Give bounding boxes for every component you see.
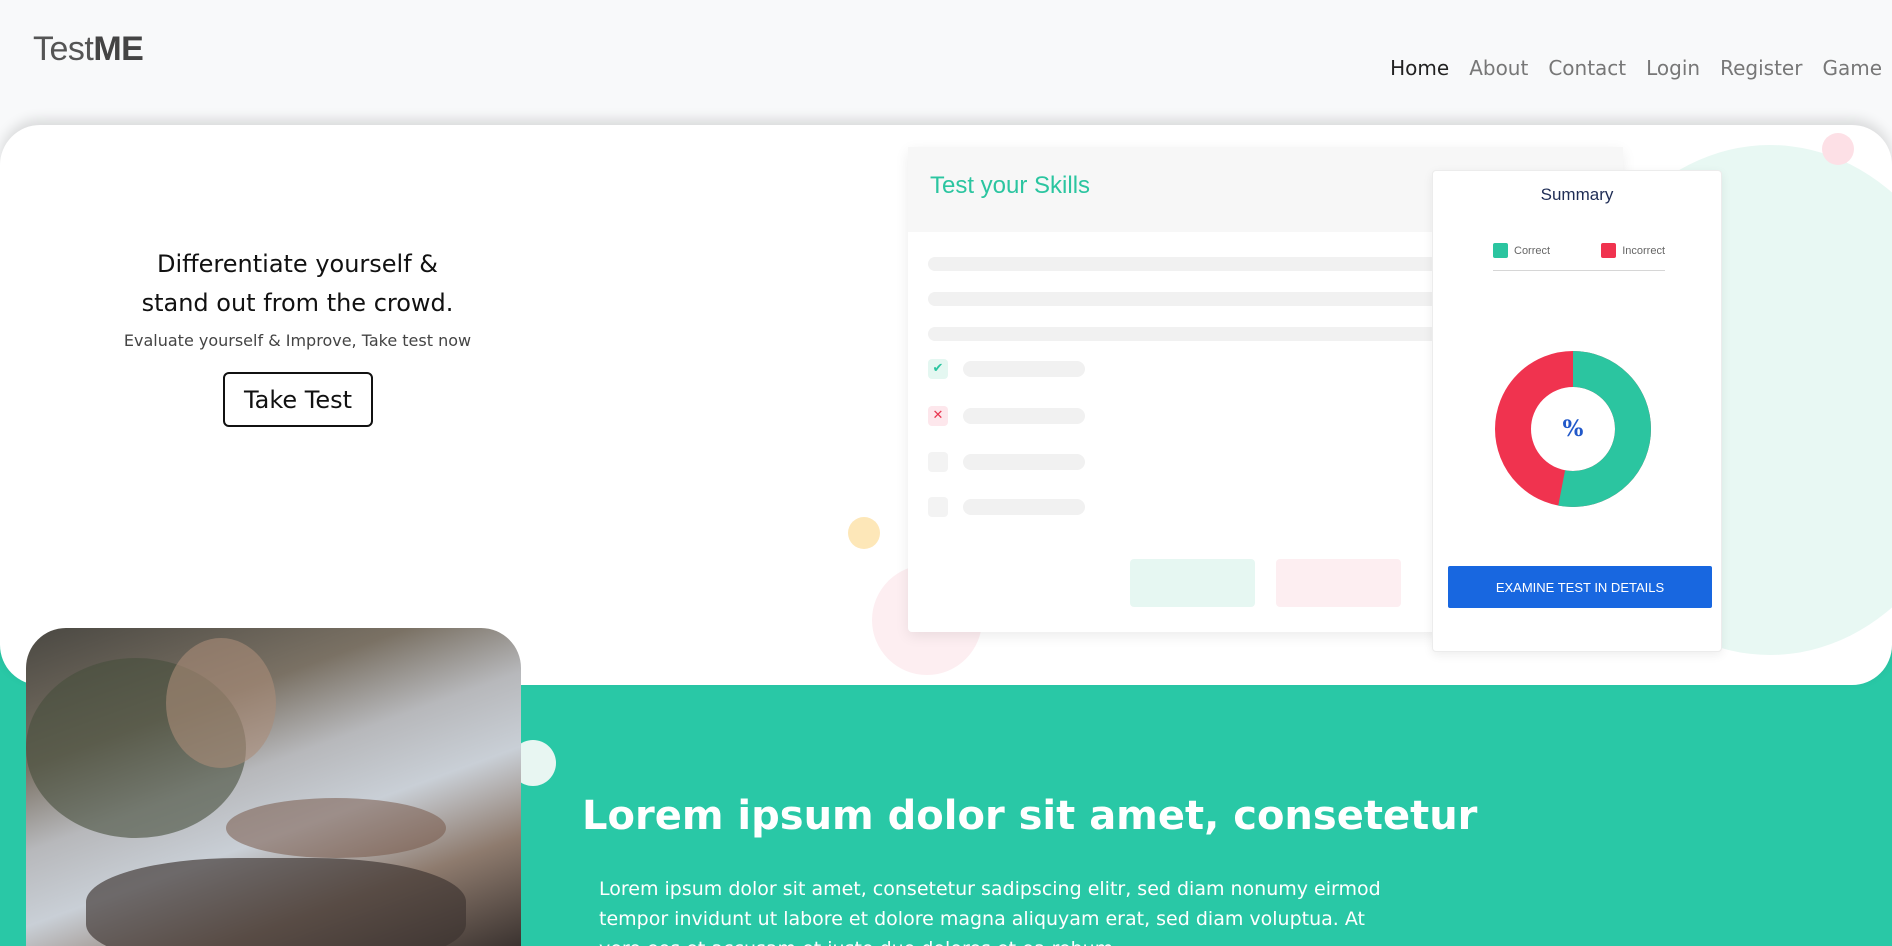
legend-label: Incorrect <box>1622 244 1665 257</box>
hero-section: Differentiate yourself & stand out from … <box>0 125 1892 685</box>
placeholder-answer <box>963 361 1085 377</box>
main-nav: Home About Contact Login Register Game <box>1390 56 1882 80</box>
hero-tagline: Differentiate yourself & stand out from … <box>100 245 495 350</box>
nav-login[interactable]: Login <box>1646 56 1700 80</box>
check-icon: ✔ <box>928 359 948 379</box>
decorative-dot <box>848 517 880 549</box>
incorrect-swatch-icon <box>1601 243 1617 258</box>
hero-subtext: Evaluate yourself & Improve, Take test n… <box>123 331 472 350</box>
logo-text-bold: ME <box>93 30 144 68</box>
placeholder-button <box>1130 559 1255 607</box>
nav-game[interactable]: Game <box>1822 56 1882 80</box>
nav-home[interactable]: Home <box>1390 56 1449 80</box>
cross-icon: ✕ <box>928 406 948 426</box>
empty-checkbox-icon <box>928 497 948 517</box>
examine-test-button[interactable]: EXAMINE TEST IN DETAILS <box>1448 566 1712 608</box>
placeholder-line <box>928 292 1488 306</box>
site-header: TestME Home About Contact Login Register… <box>0 0 1892 125</box>
legend-label: Correct <box>1514 244 1551 257</box>
summary-card: Summary Correct Incorrect % EXAMINE TEST… <box>1432 170 1722 652</box>
site-logo[interactable]: TestME <box>33 30 144 69</box>
section-title: Lorem ipsum dolor sit amet, consetetur <box>582 793 1478 839</box>
decorative-dot <box>1822 133 1854 165</box>
nav-contact[interactable]: Contact <box>1548 56 1626 80</box>
placeholder-button <box>1276 559 1401 607</box>
headline-line-1: Differentiate yourself & <box>156 250 439 278</box>
nav-register[interactable]: Register <box>1720 56 1802 80</box>
take-test-button[interactable]: Take Test <box>223 372 373 427</box>
chart-legend: Correct Incorrect <box>1493 243 1665 271</box>
placeholder-line <box>928 257 1488 271</box>
empty-checkbox-icon <box>928 452 948 472</box>
section-text: Lorem ipsum dolor sit amet, consetetur s… <box>599 878 1381 946</box>
placeholder-answer <box>963 408 1085 424</box>
placeholder-answer <box>963 454 1085 470</box>
placeholder-answer <box>963 499 1085 515</box>
hero-headline: Differentiate yourself & stand out from … <box>100 245 495 323</box>
nav-about[interactable]: About <box>1469 56 1528 80</box>
summary-title: Summary <box>1540 185 1614 204</box>
legend-incorrect: Incorrect <box>1601 243 1665 258</box>
percent-label: % <box>1562 416 1584 442</box>
placeholder-line <box>928 327 1488 341</box>
logo-text-light: Test <box>33 30 94 68</box>
legend-correct: Correct <box>1493 243 1550 258</box>
team-photo <box>26 628 521 946</box>
headline-line-2: stand out from the crowd. <box>141 289 454 317</box>
correct-swatch-icon <box>1493 243 1508 258</box>
